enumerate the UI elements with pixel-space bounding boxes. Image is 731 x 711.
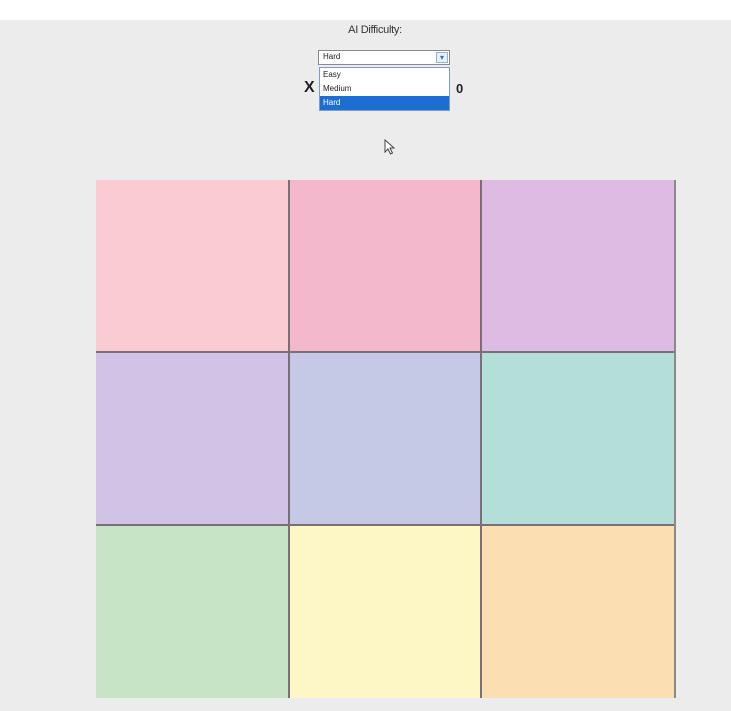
mouse-cursor-icon	[384, 139, 396, 155]
difficulty-select-value: Hard	[323, 52, 341, 61]
board-cell[interactable]	[482, 180, 674, 351]
difficulty-option-hard[interactable]: Hard	[320, 96, 449, 110]
board-cell[interactable]	[290, 353, 480, 524]
difficulty-option-easy[interactable]: Easy	[320, 68, 449, 82]
board-cell[interactable]	[96, 353, 288, 524]
board-cell[interactable]	[290, 526, 480, 698]
score-o-value: 0	[456, 81, 464, 96]
board-cell[interactable]	[290, 180, 480, 351]
board-cell[interactable]	[96, 526, 288, 698]
chevron-down-icon[interactable]: ▾	[436, 52, 448, 63]
board-cell[interactable]	[96, 180, 288, 351]
board-cell[interactable]	[482, 353, 674, 524]
difficulty-option-medium[interactable]: Medium	[320, 82, 449, 96]
game-board	[96, 180, 674, 698]
score-x-label: X	[304, 79, 315, 96]
top-strip	[0, 0, 731, 20]
difficulty-options-list: Easy Medium Hard	[319, 67, 450, 111]
board-cell[interactable]	[482, 526, 674, 698]
difficulty-label: AI Difficulty:	[348, 24, 402, 36]
difficulty-select[interactable]: Hard ▾	[318, 50, 450, 65]
